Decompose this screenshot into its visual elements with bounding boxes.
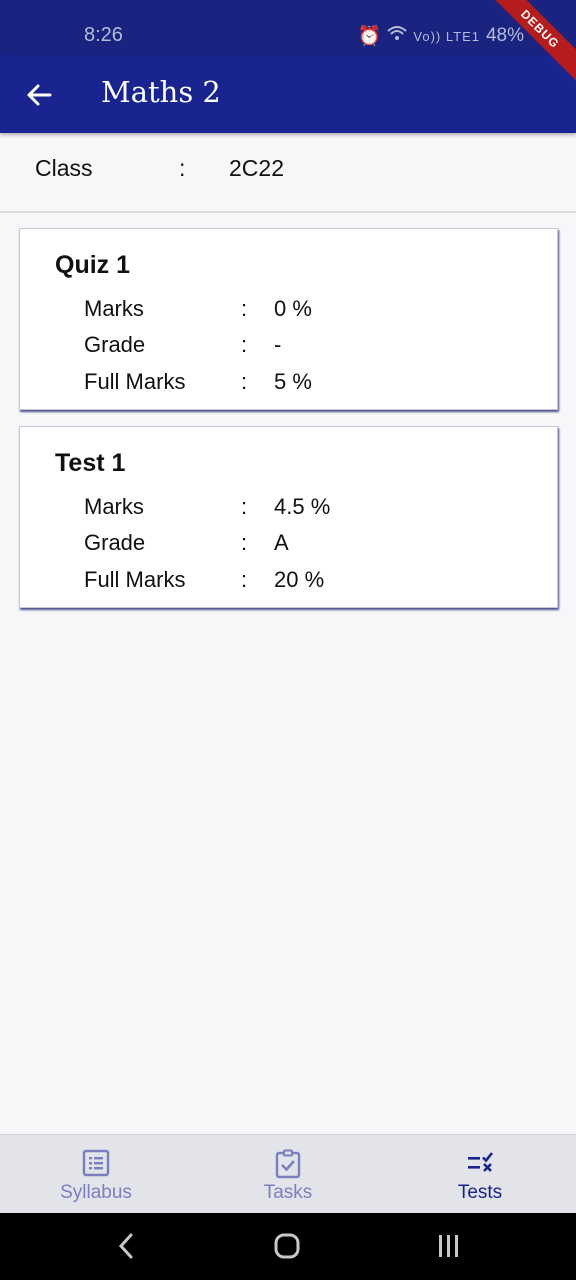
checklist-icon — [468, 1152, 494, 1172]
nav-label: Tests — [457, 1182, 503, 1203]
full-marks-value: 20 % — [274, 567, 325, 592]
back-icon[interactable] — [114, 1231, 138, 1261]
nav-item-syllabus[interactable]: Syllabus — [0, 1135, 192, 1214]
card-title: Test 1 — [55, 449, 126, 477]
home-icon[interactable] — [272, 1231, 302, 1261]
debug-ribbon-label: DEBUG — [486, 0, 576, 87]
assessment-card-test-1[interactable]: Test 1 Marks : 4.5 % Grade : A Full Mark… — [19, 426, 558, 608]
wifi-icon — [387, 25, 408, 47]
nav-label: Tasks — [263, 1182, 313, 1203]
class-separator: : — [179, 155, 186, 181]
nav-item-tests[interactable]: Tests — [384, 1135, 576, 1214]
status-time: 8:26 — [84, 24, 123, 46]
marks-separator: : — [241, 296, 248, 321]
bottom-navigation: Syllabus Tasks Tests — [0, 1134, 576, 1213]
debug-banner: DEBUG — [486, 0, 576, 90]
signal-icon: Vo)) LTE1 — [413, 28, 480, 44]
grade-separator: : — [241, 530, 248, 555]
marks-value: 0 % — [274, 296, 312, 321]
card-title: Quiz 1 — [55, 251, 131, 279]
class-value: 2C22 — [229, 155, 284, 181]
full-marks-separator: : — [241, 567, 248, 592]
grade-value: - — [274, 332, 282, 357]
full-marks-label: Full Marks — [84, 567, 186, 592]
grade-value: A — [274, 530, 289, 555]
full-marks-separator: : — [241, 369, 248, 394]
alarm-icon: ⏰ — [357, 26, 382, 47]
grade-separator: : — [241, 332, 248, 357]
clipboard-check-icon — [275, 1149, 301, 1179]
system-navigation-bar — [0, 1213, 576, 1280]
back-button[interactable] — [22, 78, 56, 112]
grade-label: Grade — [84, 530, 146, 555]
full-marks-label: Full Marks — [84, 369, 186, 394]
marks-separator: : — [241, 494, 248, 519]
grade-label: Grade — [84, 332, 146, 357]
page-title: Maths 2 — [101, 75, 221, 109]
nav-label: Syllabus — [60, 1182, 132, 1203]
class-info-row: Class : 2C22 — [0, 133, 576, 213]
arrow-left-icon — [27, 84, 52, 106]
recent-apps-icon[interactable] — [436, 1231, 462, 1261]
marks-label: Marks — [84, 494, 144, 519]
list-alt-icon — [82, 1149, 110, 1177]
nav-item-tasks[interactable]: Tasks — [192, 1135, 384, 1214]
marks-label: Marks — [84, 296, 144, 321]
full-marks-value: 5 % — [274, 369, 312, 394]
class-label: Class — [35, 155, 93, 181]
assessment-card-quiz-1[interactable]: Quiz 1 Marks : 0 % Grade : - Full Marks … — [19, 228, 558, 410]
marks-value: 4.5 % — [274, 494, 331, 519]
